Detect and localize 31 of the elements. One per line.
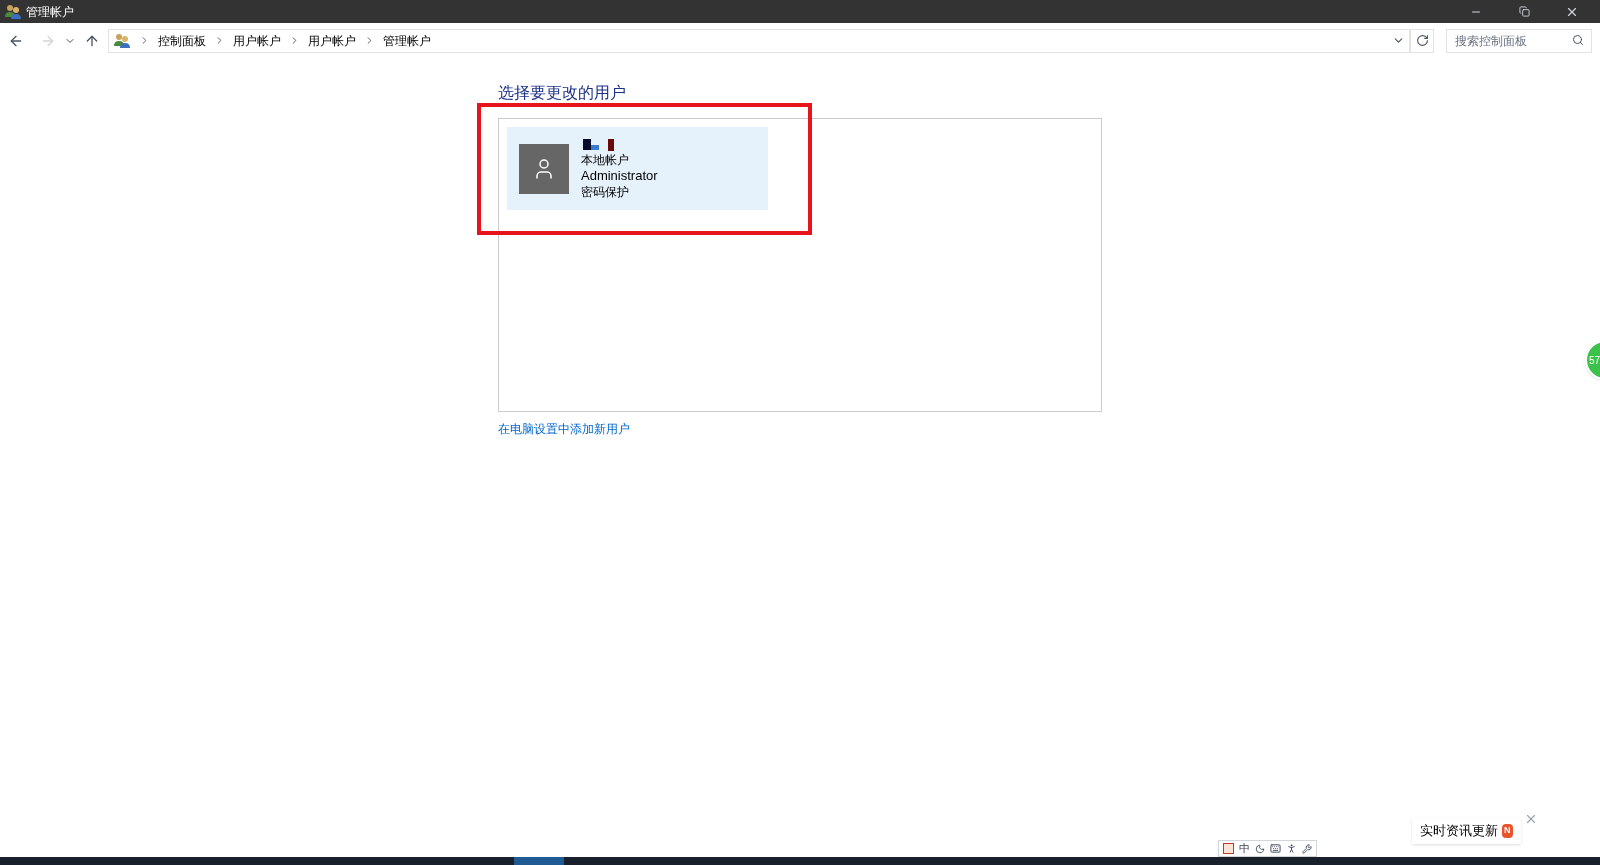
- close-icon: [1524, 812, 1538, 826]
- new-badge: N: [1502, 824, 1513, 838]
- breadcrumb[interactable]: 管理帐户: [383, 31, 431, 50]
- wrench-icon[interactable]: [1302, 843, 1312, 854]
- account-tile[interactable]: 本地帐户 Administrator 密码保护: [507, 127, 768, 210]
- moon-icon[interactable]: [1255, 843, 1265, 854]
- page-heading: 选择要更改的用户: [498, 84, 626, 102]
- add-user-link[interactable]: 在电脑设置中添加新用户: [498, 420, 630, 438]
- close-button[interactable]: [1524, 812, 1538, 826]
- users-icon: [4, 3, 22, 20]
- account-group: Administrator: [581, 167, 658, 184]
- redacted-name-drawing: [581, 137, 617, 152]
- person-icon[interactable]: [1286, 843, 1297, 854]
- keyboard-icon[interactable]: [1270, 843, 1281, 854]
- ime-logo-icon: [1223, 843, 1234, 854]
- restore-icon: [1518, 6, 1530, 17]
- window-title: 管理帐户: [26, 3, 74, 21]
- breadcrumb[interactable]: 控制面板: [158, 31, 206, 50]
- users-icon: [113, 32, 131, 49]
- ime-mode-button[interactable]: 中: [1239, 843, 1250, 854]
- search-field[interactable]: 搜索控制面板: [1446, 29, 1592, 53]
- account-type: 本地帐户: [581, 151, 630, 168]
- breadcrumb[interactable]: 用户帐户: [308, 31, 356, 50]
- refresh-button[interactable]: [1410, 28, 1434, 53]
- notification-text: 实时资讯更新: [1420, 822, 1498, 841]
- breadcrumb[interactable]: 用户帐户: [233, 31, 281, 50]
- refresh-icon: [1415, 34, 1429, 47]
- notification-bubble[interactable]: 实时资讯更新 N: [1412, 818, 1521, 844]
- search-icon: [1572, 34, 1584, 46]
- account-protection: 密码保护: [581, 183, 630, 200]
- address-bar[interactable]: 控制面板 用户帐户 用户帐户 管理帐户: [108, 28, 1410, 53]
